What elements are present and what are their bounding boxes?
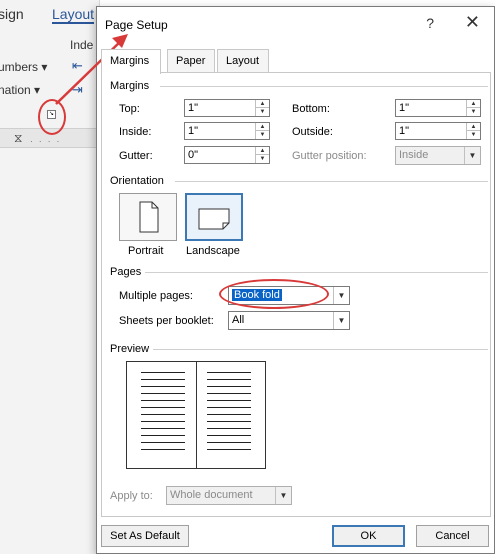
annotation-arrow [55,34,128,105]
tab-margins[interactable]: Margins [101,49,161,74]
